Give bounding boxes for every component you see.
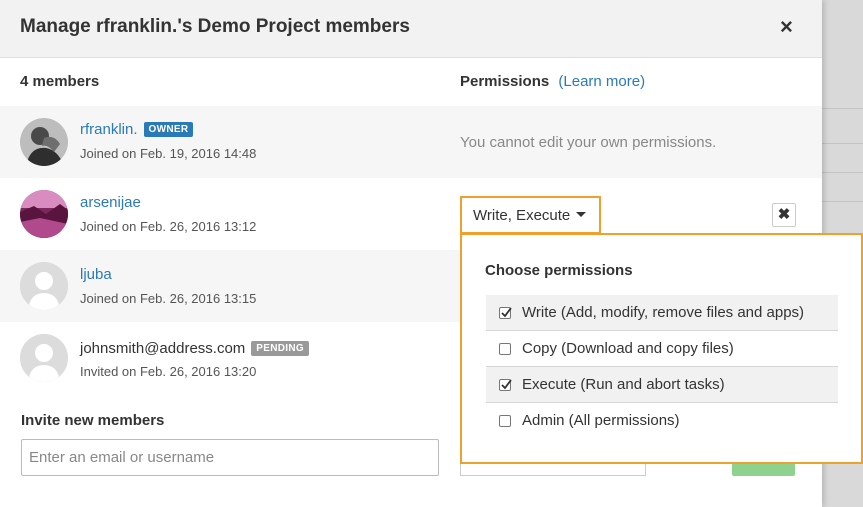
permissions-dropdown[interactable]: Write, Execute bbox=[460, 196, 601, 234]
avatar bbox=[20, 262, 68, 310]
permissions-readonly-note: You cannot edit your own permissions. bbox=[460, 134, 717, 151]
permission-option-label: Write (Add, modify, remove files and app… bbox=[522, 304, 805, 321]
member-joined-date: Joined on Feb. 26, 2016 13:15 bbox=[80, 291, 257, 306]
permission-option-copy[interactable]: Copy (Download and copy files) bbox=[486, 331, 838, 367]
permission-option-write[interactable]: Write (Add, modify, remove files and app… bbox=[486, 295, 838, 331]
close-icon[interactable]: × bbox=[780, 15, 793, 39]
members-count-heading: 4 members bbox=[20, 73, 100, 90]
checkmark-icon bbox=[501, 379, 512, 390]
learn-more-link[interactable]: (Learn more) bbox=[558, 73, 645, 90]
invite-heading: Invite new members bbox=[21, 412, 165, 429]
permission-option-execute[interactable]: Execute (Run and abort tasks) bbox=[486, 367, 838, 403]
permission-option-label: Copy (Download and copy files) bbox=[522, 340, 734, 357]
member-name-text: rfranklin. bbox=[80, 121, 138, 138]
member-joined-date: Joined on Feb. 26, 2016 13:12 bbox=[80, 219, 257, 234]
member-name-pending: johnsmith@address.com PENDING bbox=[80, 340, 309, 357]
member-name-text: johnsmith@address.com bbox=[80, 340, 246, 357]
dialog-title: Manage rfranklin.'s Demo Project members bbox=[20, 16, 410, 37]
backdrop-divider bbox=[822, 108, 863, 109]
checkbox[interactable] bbox=[499, 307, 512, 319]
member-row: rfranklin. OWNER Joined on Feb. 19, 2016 … bbox=[0, 106, 822, 178]
member-joined-date: Joined on Feb. 19, 2016 14:48 bbox=[80, 146, 257, 161]
permissions-dropdown-value: Write, Execute bbox=[473, 207, 571, 224]
remove-member-button[interactable]: ✖ bbox=[772, 203, 796, 227]
checkbox[interactable] bbox=[499, 415, 511, 427]
member-name-arsenijae[interactable]: arsenijae bbox=[80, 194, 141, 211]
permissions-heading: Permissions (Learn more) bbox=[460, 73, 645, 90]
member-invited-date: Invited on Feb. 26, 2016 13:20 bbox=[80, 364, 257, 379]
popover-title: Choose permissions bbox=[485, 262, 633, 279]
member-name-rfranklin[interactable]: rfranklin. OWNER bbox=[80, 121, 194, 138]
backdrop-divider bbox=[822, 143, 863, 144]
dialog-header: Manage rfranklin.'s Demo Project members… bbox=[0, 0, 822, 58]
permission-option-label: Execute (Run and abort tasks) bbox=[522, 376, 725, 393]
caret-down-icon bbox=[576, 212, 587, 217]
checkbox[interactable] bbox=[499, 379, 512, 391]
remove-member-icon: ✖ bbox=[777, 206, 791, 223]
choose-permissions-popover: Choose permissions Write (Add, modify, r… bbox=[460, 233, 863, 464]
permissions-heading-label: Permissions bbox=[460, 73, 550, 90]
member-name-ljuba[interactable]: ljuba bbox=[80, 266, 112, 283]
checkmark-icon bbox=[501, 307, 512, 318]
checkbox[interactable] bbox=[499, 343, 511, 355]
pending-badge: PENDING bbox=[251, 341, 309, 356]
backdrop-divider bbox=[822, 172, 863, 173]
permission-option-admin[interactable]: Admin (All permissions) bbox=[486, 403, 838, 439]
avatar bbox=[20, 190, 68, 238]
avatar bbox=[20, 118, 68, 166]
invite-input[interactable] bbox=[21, 439, 439, 476]
owner-badge: OWNER bbox=[143, 122, 194, 137]
permission-option-label: Admin (All permissions) bbox=[522, 412, 680, 429]
backdrop-divider bbox=[822, 201, 863, 202]
avatar bbox=[20, 334, 68, 382]
